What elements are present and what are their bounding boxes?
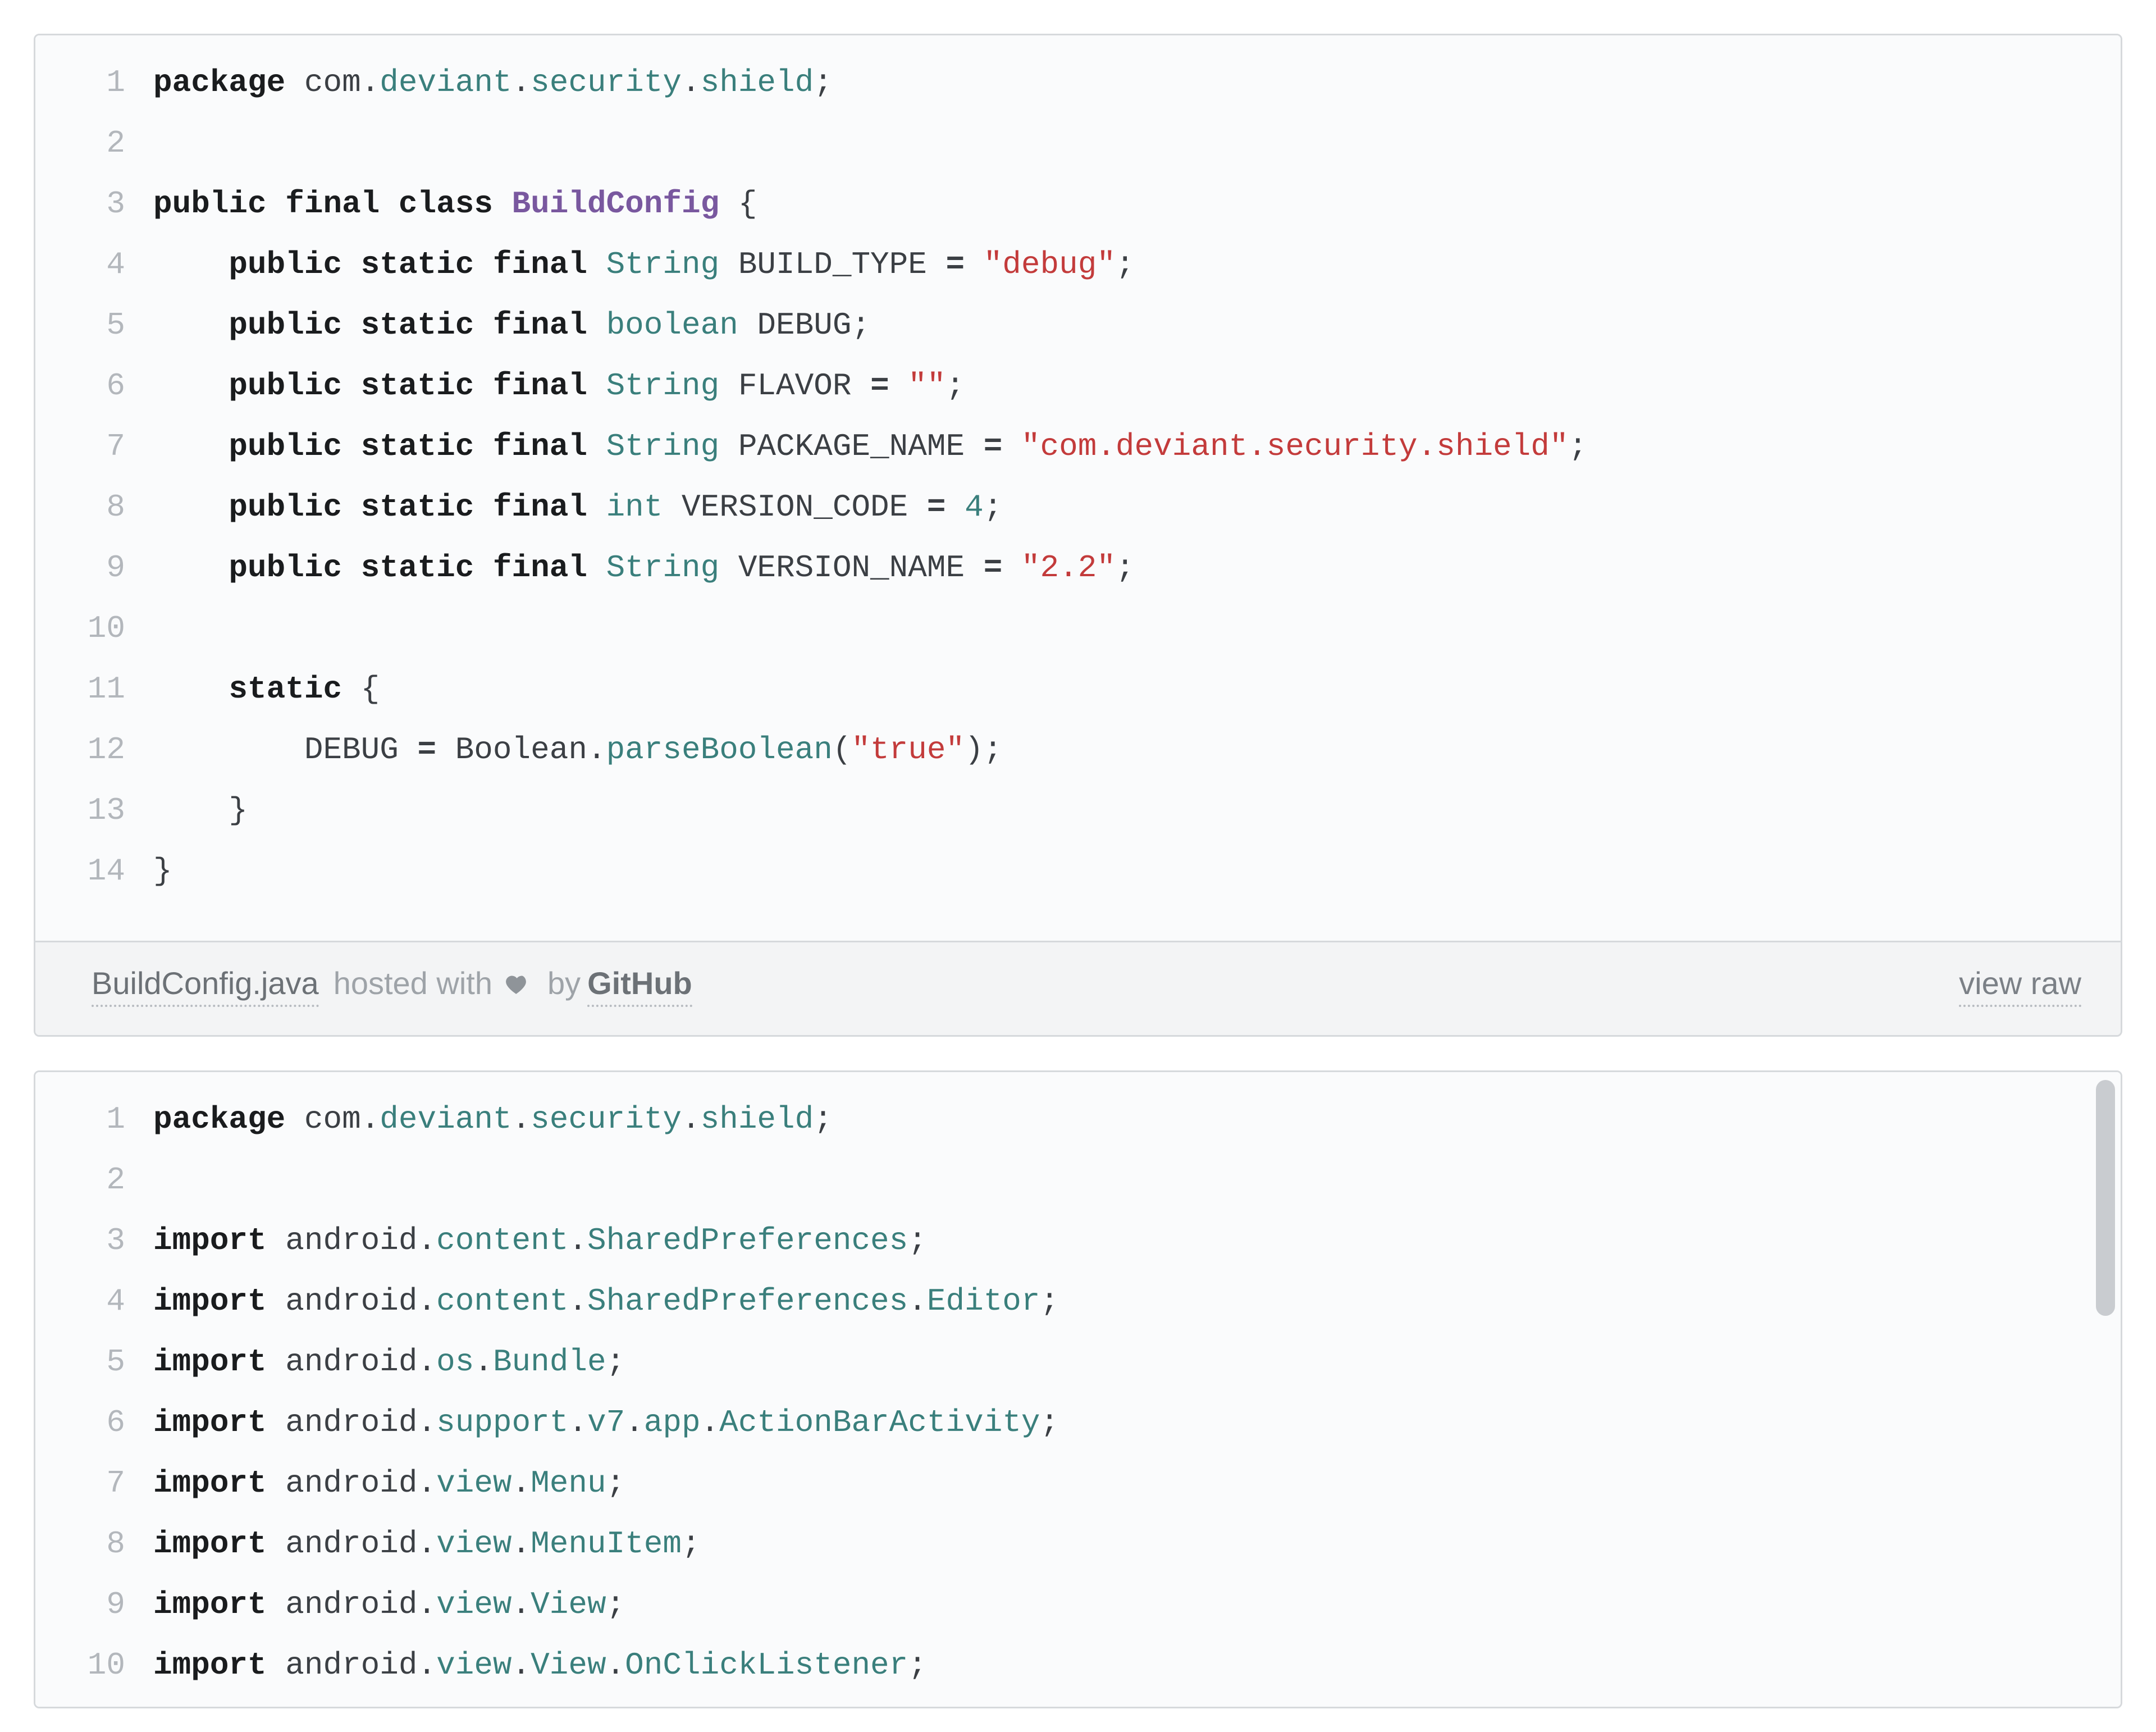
hosted-with-text: hosted with <box>334 965 492 1001</box>
line-number: 3 <box>35 174 153 234</box>
code-line: 11 static { <box>35 659 2121 719</box>
code-content[interactable] <box>153 113 2121 174</box>
gist-filename-link[interactable]: BuildConfig.java <box>92 965 319 1007</box>
code-line: 8import android.view.MenuItem; <box>35 1514 2121 1574</box>
line-number: 7 <box>35 416 153 477</box>
gist-footer-left: BuildConfig.java hosted with by GitHub <box>92 965 692 1007</box>
code-line: 2 <box>35 113 2121 174</box>
code-content[interactable]: import android.view.Menu; <box>153 1453 2121 1514</box>
code-line: 7 public static final String PACKAGE_NAM… <box>35 416 2121 477</box>
code-content[interactable] <box>153 598 2121 659</box>
code-content[interactable]: public static final int VERSION_CODE = 4… <box>153 477 2121 537</box>
line-number: 2 <box>35 113 153 174</box>
line-number: 10 <box>35 598 153 659</box>
line-number: 4 <box>35 1271 153 1332</box>
line-number: 9 <box>35 537 153 598</box>
gist-mainactivity: 1package com.deviant.security.shield;2 3… <box>34 1070 2122 1708</box>
code-content[interactable]: import android.view.View.OnClickListener… <box>153 1635 2121 1695</box>
code-line: 1package com.deviant.security.shield; <box>35 1089 2121 1150</box>
line-number: 8 <box>35 477 153 537</box>
code-content[interactable]: public static final String BUILD_TYPE = … <box>153 234 2121 295</box>
code-content[interactable]: public static final String FLAVOR = ""; <box>153 355 2121 416</box>
code-content[interactable]: static { <box>153 659 2121 719</box>
code-content[interactable]: public final class BuildConfig { <box>153 174 2121 234</box>
view-raw-link[interactable]: view raw <box>1959 965 2081 1007</box>
code-line: 12 DEBUG = Boolean.parseBoolean("true"); <box>35 719 2121 780</box>
code-content[interactable]: } <box>153 841 2121 901</box>
line-number: 14 <box>35 841 153 901</box>
code-line: 14} <box>35 841 2121 901</box>
code-content[interactable]: package com.deviant.security.shield; <box>153 1089 2121 1150</box>
code-line: 6import android.support.v7.app.ActionBar… <box>35 1392 2121 1453</box>
code-line: 5import android.os.Bundle; <box>35 1332 2121 1392</box>
code-line: 10 <box>35 598 2121 659</box>
code-line: 3import android.content.SharedPreference… <box>35 1210 2121 1271</box>
line-number: 5 <box>35 295 153 355</box>
code-area: 1package com.deviant.security.shield;2 3… <box>35 35 2121 941</box>
github-link[interactable]: GitHub <box>587 965 692 1007</box>
line-number: 1 <box>35 1089 153 1150</box>
code-content[interactable]: package com.deviant.security.shield; <box>153 52 2121 113</box>
line-number: 10 <box>35 1635 153 1695</box>
code-line: 4 public static final String BUILD_TYPE … <box>35 234 2121 295</box>
line-number: 5 <box>35 1332 153 1392</box>
heart-icon <box>504 973 528 997</box>
code-content[interactable]: } <box>153 780 2121 841</box>
line-number: 2 <box>35 1150 153 1210</box>
code-line: 7import android.view.Menu; <box>35 1453 2121 1514</box>
code-line: 8 public static final int VERSION_CODE =… <box>35 477 2121 537</box>
code-content[interactable]: public static final String PACKAGE_NAME … <box>153 416 2121 477</box>
code-content[interactable]: import android.content.SharedPreferences… <box>153 1271 2121 1332</box>
gist-footer: BuildConfig.java hosted with by GitHub v… <box>35 941 2121 1035</box>
code-content[interactable]: import android.view.View; <box>153 1574 2121 1635</box>
code-line: 10import android.view.View.OnClickListen… <box>35 1635 2121 1695</box>
code-content[interactable]: import android.os.Bundle; <box>153 1332 2121 1392</box>
page: 1package com.deviant.security.shield;2 3… <box>0 0 2156 1731</box>
code-content[interactable]: import android.content.SharedPreferences… <box>153 1210 2121 1271</box>
by-text: by <box>547 965 581 1001</box>
line-number: 8 <box>35 1514 153 1574</box>
code-line: 6 public static final String FLAVOR = ""… <box>35 355 2121 416</box>
code-content[interactable]: import android.view.MenuItem; <box>153 1514 2121 1574</box>
code-line: 9 public static final String VERSION_NAM… <box>35 537 2121 598</box>
code-content[interactable]: import android.support.v7.app.ActionBarA… <box>153 1392 2121 1453</box>
line-number: 6 <box>35 355 153 416</box>
gist-buildconfig: 1package com.deviant.security.shield;2 3… <box>34 34 2122 1037</box>
code-line: 4import android.content.SharedPreference… <box>35 1271 2121 1332</box>
code-content[interactable]: public static final boolean DEBUG; <box>153 295 2121 355</box>
line-number: 1 <box>35 52 153 113</box>
line-number: 4 <box>35 234 153 295</box>
line-number: 9 <box>35 1574 153 1635</box>
code-content[interactable]: public static final String VERSION_NAME … <box>153 537 2121 598</box>
code-content[interactable] <box>153 1150 2121 1210</box>
line-number: 12 <box>35 719 153 780</box>
code-area: 1package com.deviant.security.shield;2 3… <box>35 1072 2121 1707</box>
code-line: 13 } <box>35 780 2121 841</box>
line-number: 3 <box>35 1210 153 1271</box>
line-number: 13 <box>35 780 153 841</box>
code-line: 3public final class BuildConfig { <box>35 174 2121 234</box>
line-number: 7 <box>35 1453 153 1514</box>
code-line: 2 <box>35 1150 2121 1210</box>
code-line: 5 public static final boolean DEBUG; <box>35 295 2121 355</box>
code-line: 1package com.deviant.security.shield; <box>35 52 2121 113</box>
code-content[interactable]: DEBUG = Boolean.parseBoolean("true"); <box>153 719 2121 780</box>
line-number: 11 <box>35 659 153 719</box>
scrollbar-thumb[interactable] <box>2096 1080 2115 1316</box>
line-number: 6 <box>35 1392 153 1453</box>
code-line: 9import android.view.View; <box>35 1574 2121 1635</box>
